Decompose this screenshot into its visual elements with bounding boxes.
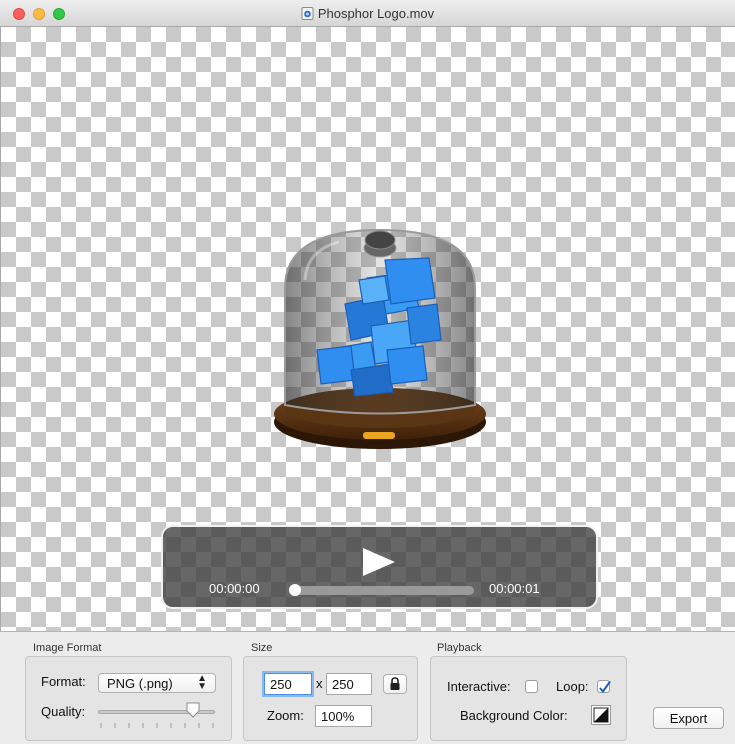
height-field[interactable]: 250 xyxy=(326,673,372,695)
playback-group-label: Playback xyxy=(437,642,482,654)
window-title-wrap: Phosphor Logo.mov xyxy=(0,6,735,21)
lock-icon xyxy=(390,677,400,690)
quality-slider-ticks xyxy=(100,723,214,728)
settings-panel: Image Format Format: PNG (.png) ▲ ▼ Quali… xyxy=(0,631,735,744)
image-format-group-label: Image Format xyxy=(33,642,102,654)
playback-group: Interactive: Loop: Background Color: xyxy=(430,656,627,741)
format-popup[interactable]: PNG (.png) ▲ ▼ xyxy=(98,673,216,693)
window-title: Phosphor Logo.mov xyxy=(317,6,435,21)
quality-label: Quality: xyxy=(41,704,86,719)
times-separator: x xyxy=(316,676,323,691)
interactive-label: Interactive: xyxy=(447,679,511,694)
background-color-label: Background Color: xyxy=(460,708,568,723)
play-icon[interactable] xyxy=(361,546,397,578)
format-value: PNG (.png) xyxy=(107,676,173,691)
image-format-group: Format: PNG (.png) ▲ ▼ Quality: xyxy=(25,656,232,741)
zoom-label: Zoom: xyxy=(267,708,304,723)
end-time: 00:00:01 xyxy=(489,581,540,596)
title-bar: Phosphor Logo.mov xyxy=(0,0,735,27)
loop-checkbox[interactable] xyxy=(597,680,611,694)
interactive-checkbox[interactable] xyxy=(525,680,538,693)
preview-canvas: 00:00:00 00:00:01 xyxy=(0,27,735,631)
size-group-label: Size xyxy=(251,642,273,654)
quicktime-movie-icon xyxy=(301,7,314,20)
quality-slider-thumb[interactable] xyxy=(186,702,200,718)
playback-hud: 00:00:00 00:00:01 xyxy=(161,525,598,609)
phosphor-logo-image xyxy=(274,228,486,449)
format-label: Format: xyxy=(41,674,86,689)
loop-label: Loop: xyxy=(556,679,589,694)
scrubber-track[interactable] xyxy=(289,586,474,595)
size-group: 250 x 250 Zoom: 100% xyxy=(243,656,418,741)
current-time: 00:00:00 xyxy=(209,581,260,596)
popup-arrows-icon: ▲ ▼ xyxy=(197,673,207,692)
zoom-field[interactable]: 100% xyxy=(315,705,372,727)
width-field[interactable]: 250 xyxy=(264,673,312,695)
export-button[interactable]: Export xyxy=(653,707,724,729)
scrubber-knob[interactable] xyxy=(289,584,301,596)
lock-aspect-button[interactable] xyxy=(383,674,407,694)
color-swatch-icon xyxy=(593,707,609,723)
checkmark-icon xyxy=(599,680,611,694)
background-color-well[interactable] xyxy=(591,705,611,725)
